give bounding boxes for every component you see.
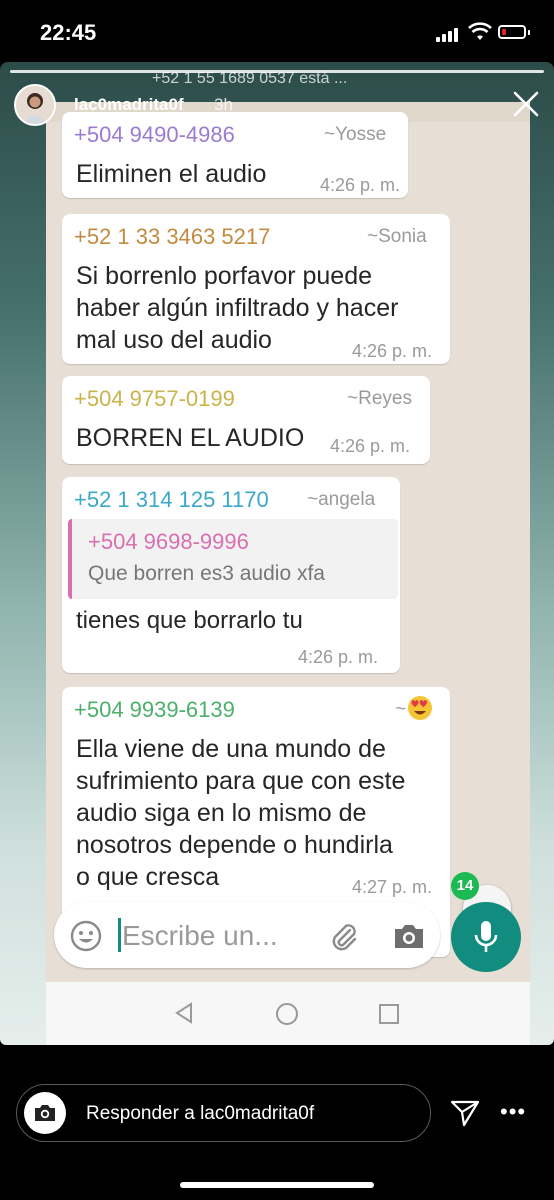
message-text: Ella viene de una mundo de bbox=[76, 735, 386, 763]
close-icon[interactable] bbox=[512, 90, 540, 118]
composer-input[interactable]: Escribe un... bbox=[122, 920, 278, 952]
message-alias: ~Sonia bbox=[367, 226, 427, 247]
paperclip-icon[interactable] bbox=[328, 920, 360, 952]
message-sender: +52 1 314 125 1170 bbox=[74, 487, 269, 512]
unread-count-badge: 14 bbox=[451, 872, 479, 900]
recents-square-icon[interactable] bbox=[378, 1003, 400, 1025]
battery-cap bbox=[528, 30, 530, 35]
heart-eyes-emoji-icon bbox=[408, 696, 432, 720]
message-text: haber algún infiltrado y hacer bbox=[76, 294, 399, 322]
camera-button[interactable] bbox=[24, 1092, 66, 1134]
back-triangle-icon[interactable] bbox=[174, 1002, 194, 1024]
quoted-text: Que borren es3 audio xfa bbox=[88, 562, 325, 585]
story-age: 3h bbox=[214, 95, 233, 114]
message-text: sufrimiento para que con este bbox=[76, 767, 406, 795]
android-navigation-bar bbox=[46, 982, 530, 1045]
message-bubble: +504 9757-0199 ~Reyes BORREN EL AUDIO 4:… bbox=[62, 376, 430, 464]
message-text: nosotros depende o hundirla bbox=[76, 831, 393, 859]
message-alias: ~angela bbox=[307, 489, 376, 510]
message-time: 4:26 p. m. bbox=[320, 175, 401, 195]
camera-icon bbox=[35, 1105, 55, 1121]
home-circle-icon[interactable] bbox=[275, 1002, 299, 1026]
message-bubble: +52 1 314 125 1170 ~angela +504 9698-999… bbox=[62, 477, 400, 673]
message-sender: +504 9490-4986 bbox=[74, 122, 235, 147]
chat-screenshot: +504 9490-4986 ~Yosse Eliminen el audio … bbox=[46, 102, 530, 1045]
message-time: 4:27 p. m. bbox=[352, 877, 433, 897]
reply-input[interactable]: Responder a lac0madrita0f bbox=[86, 1103, 314, 1125]
message-time: 4:26 p. m. bbox=[298, 647, 379, 667]
status-bar: 22:45 bbox=[0, 0, 554, 62]
story-username[interactable]: lac0madrita0f bbox=[74, 95, 184, 115]
message-time: 4:26 p. m. bbox=[352, 341, 433, 361]
text-cursor bbox=[118, 918, 121, 952]
message-alias: ~ bbox=[395, 699, 407, 720]
message-text: o que cresca bbox=[76, 863, 220, 891]
message-text: audio siga en lo mismo de bbox=[76, 799, 367, 827]
emoji-icon[interactable] bbox=[70, 920, 102, 952]
message-text: tienes que borrarlo tu bbox=[76, 607, 303, 634]
cellular-signal-icon bbox=[436, 28, 460, 42]
microphone-icon bbox=[474, 921, 498, 952]
avatar[interactable] bbox=[14, 84, 56, 126]
direct-send-icon[interactable] bbox=[450, 1099, 480, 1127]
wifi-icon bbox=[468, 22, 492, 40]
message-bubble: +52 1 33 3463 5217 ~Sonia Si borrenlo po… bbox=[62, 214, 450, 364]
more-options-icon[interactable]: ••• bbox=[500, 1099, 526, 1125]
message-sender: +504 9939-6139 bbox=[74, 697, 235, 722]
message-text: BORREN EL AUDIO bbox=[76, 424, 305, 452]
battery-icon bbox=[498, 25, 526, 39]
status-time: 22:45 bbox=[40, 20, 97, 45]
home-indicator[interactable] bbox=[180, 1182, 374, 1188]
message-text: mal uso del audio bbox=[76, 326, 272, 354]
profile-photo bbox=[16, 86, 54, 124]
camera-icon[interactable] bbox=[392, 922, 426, 950]
message-alias: ~Reyes bbox=[347, 388, 412, 409]
message-alias: ~Yosse bbox=[324, 124, 387, 145]
message-composer[interactable]: Escribe un... bbox=[54, 902, 440, 968]
message-sender: +504 9757-0199 bbox=[74, 386, 235, 411]
message-bubble: +504 9490-4986 ~Yosse Eliminen el audio … bbox=[62, 112, 408, 198]
message-time: 4:26 p. m. bbox=[330, 436, 411, 456]
message-sender: +52 1 33 3463 5217 bbox=[74, 224, 271, 249]
message-text: Si borrenlo porfavor puede bbox=[76, 262, 373, 290]
quoted-reply[interactable]: +504 9698-9996 Que borren es3 audio xfa bbox=[68, 519, 398, 599]
overlay-chat-header: +52 1 55 1689 0537 está ... bbox=[152, 70, 348, 87]
message-text: Eliminen el audio bbox=[76, 160, 267, 188]
quoted-sender: +504 9698-9996 bbox=[88, 529, 249, 554]
story-frame[interactable]: +504 9490-4986 ~Yosse Eliminen el audio … bbox=[0, 62, 554, 1045]
voice-record-button[interactable] bbox=[451, 902, 521, 972]
